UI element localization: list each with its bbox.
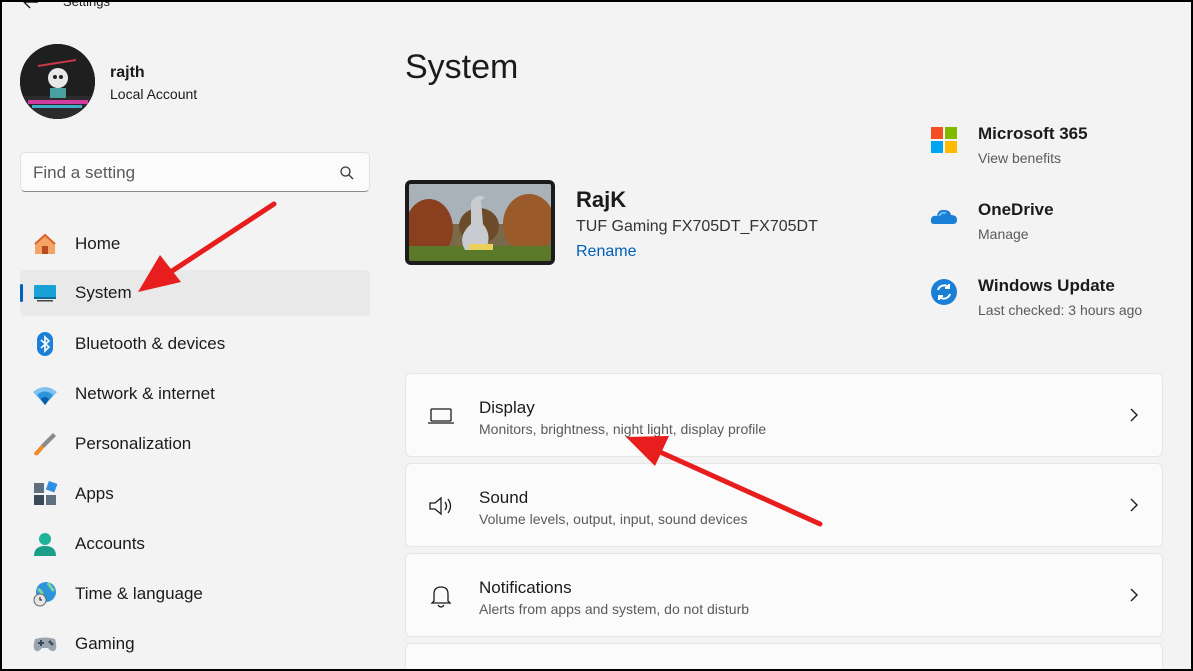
sidebar-item-system[interactable]: System bbox=[20, 270, 370, 316]
sidebar-item-accounts[interactable]: Accounts bbox=[20, 521, 370, 567]
apps-icon bbox=[32, 480, 58, 507]
quick-link-microsoft-365[interactable]: Microsoft 365 View benefits bbox=[930, 120, 1170, 176]
profile-name: rajth bbox=[110, 64, 145, 81]
quick-link-subtitle: Manage bbox=[978, 226, 1029, 242]
active-indicator bbox=[20, 284, 23, 302]
quick-link-subtitle: Last checked: 3 hours ago bbox=[978, 302, 1143, 318]
sidebar-item-apps[interactable]: Apps bbox=[20, 471, 370, 517]
settings-card-display[interactable]: Display Monitors, brightness, night ligh… bbox=[405, 373, 1163, 457]
quick-link-windows-update[interactable]: Windows Update Last checked: 3 hours ago bbox=[930, 272, 1170, 328]
sidebar-item-label: Time & language bbox=[75, 584, 203, 603]
quick-link-title: Microsoft 365 bbox=[978, 124, 1088, 143]
profile-account-type: Local Account bbox=[110, 86, 198, 102]
sidebar-item-bluetooth[interactable]: Bluetooth & devices bbox=[20, 321, 370, 367]
sidebar-item-label: Apps bbox=[75, 484, 114, 503]
quick-link-title: OneDrive bbox=[978, 200, 1054, 219]
windows-update-icon bbox=[930, 278, 958, 306]
search-box[interactable] bbox=[20, 152, 370, 192]
sidebar-item-label: System bbox=[75, 283, 132, 302]
gamepad-icon bbox=[32, 631, 58, 657]
card-subtitle: Volume levels, output, input, sound devi… bbox=[479, 511, 748, 527]
laptop-icon bbox=[426, 402, 456, 430]
device-name: RajK bbox=[576, 187, 627, 212]
card-subtitle: Monitors, brightness, night light, displ… bbox=[479, 421, 767, 437]
home-icon bbox=[32, 231, 58, 257]
system-icon bbox=[32, 280, 58, 306]
bell-icon bbox=[426, 582, 456, 610]
accounts-icon bbox=[32, 531, 58, 557]
search-icon[interactable] bbox=[339, 165, 355, 181]
speaker-icon bbox=[426, 492, 456, 520]
sidebar-item-label: Home bbox=[75, 234, 121, 253]
page-title: System bbox=[405, 48, 519, 86]
search-input[interactable] bbox=[33, 161, 333, 185]
sidebar-item-time-language[interactable]: Time & language bbox=[20, 571, 370, 617]
sidebar-item-home[interactable]: Home bbox=[20, 221, 370, 267]
bluetooth-icon bbox=[32, 331, 58, 357]
brush-icon bbox=[32, 431, 58, 457]
settings-card-notifications[interactable]: Notifications Alerts from apps and syste… bbox=[405, 553, 1163, 637]
sidebar-item-label: Network & internet bbox=[75, 384, 215, 403]
sidebar-item-label: Personalization bbox=[75, 434, 192, 453]
sidebar-item-gaming[interactable]: Gaming bbox=[20, 621, 370, 667]
wifi-icon bbox=[32, 381, 58, 407]
device-model: TUF Gaming FX705DT_FX705DT bbox=[576, 218, 818, 235]
card-title: Display bbox=[479, 398, 535, 417]
sidebar-item-label: Gaming bbox=[75, 634, 135, 653]
card-title: Notifications bbox=[479, 578, 572, 597]
chevron-right-icon bbox=[1128, 586, 1140, 604]
sidebar-item-label: Accounts bbox=[75, 534, 145, 553]
sidebar-item-network[interactable]: Network & internet bbox=[20, 371, 370, 417]
back-arrow-icon[interactable] bbox=[20, 0, 42, 12]
window-title: Settings bbox=[63, 0, 110, 9]
card-title: Sound bbox=[479, 488, 529, 507]
quick-link-onedrive[interactable]: OneDrive Manage bbox=[930, 196, 1170, 252]
device-wallpaper-thumbnail[interactable] bbox=[405, 180, 555, 265]
quick-link-title: Windows Update bbox=[978, 276, 1115, 295]
title-bar: Settings bbox=[0, 0, 1193, 14]
sidebar-item-label: Bluetooth & devices bbox=[75, 334, 226, 353]
microsoft-365-icon bbox=[930, 126, 958, 154]
globe-clock-icon bbox=[32, 581, 58, 607]
onedrive-icon bbox=[930, 202, 958, 230]
sidebar-item-personalization[interactable]: Personalization bbox=[20, 421, 370, 467]
rename-link[interactable]: Rename bbox=[576, 243, 636, 261]
settings-card-partial[interactable] bbox=[405, 643, 1163, 671]
settings-card-sound[interactable]: Sound Volume levels, output, input, soun… bbox=[405, 463, 1163, 547]
avatar[interactable] bbox=[20, 44, 95, 119]
chevron-right-icon bbox=[1128, 406, 1140, 424]
quick-link-subtitle: View benefits bbox=[978, 150, 1062, 166]
chevron-right-icon bbox=[1128, 496, 1140, 514]
card-subtitle: Alerts from apps and system, do not dist… bbox=[479, 601, 750, 617]
